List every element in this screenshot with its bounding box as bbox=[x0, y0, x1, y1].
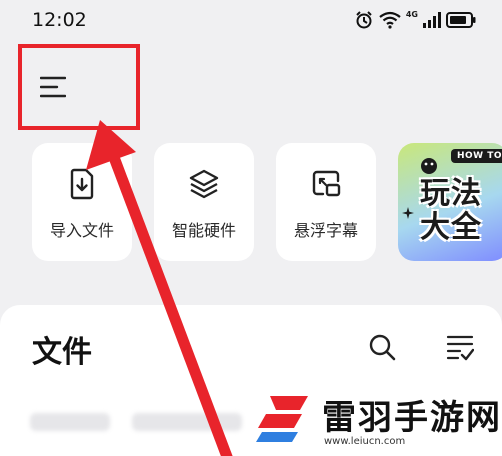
list-item-placeholder bbox=[132, 413, 242, 431]
promo-banner[interactable]: HOW TO 玩法 大全 bbox=[398, 143, 502, 261]
watermark-url: www.leiucn.com bbox=[324, 436, 406, 447]
layers-icon bbox=[189, 169, 219, 199]
smiley-icon bbox=[421, 158, 437, 174]
promo-tag: HOW TO bbox=[450, 149, 502, 163]
floating-subtitle-button[interactable]: 悬浮字幕 bbox=[276, 143, 376, 261]
watermark-name: 雷羽手游网 bbox=[322, 398, 502, 438]
menu-icon[interactable] bbox=[40, 76, 66, 98]
search-icon[interactable] bbox=[368, 333, 396, 361]
status-bar: 12:02 4G bbox=[0, 0, 502, 40]
signal-icon bbox=[423, 12, 441, 28]
import-file-icon bbox=[70, 168, 94, 200]
smart-hardware-label: 智能硬件 bbox=[171, 221, 236, 240]
files-title: 文件 bbox=[32, 335, 92, 370]
menu-button-highlight[interactable] bbox=[18, 44, 140, 130]
watermark: 雷羽手游网 www.leiucn.com bbox=[252, 388, 502, 456]
status-icons: 4G bbox=[354, 10, 476, 30]
wifi-icon bbox=[379, 11, 401, 29]
watermark-logo-icon bbox=[256, 396, 308, 442]
checklist-icon[interactable] bbox=[446, 333, 474, 361]
import-file-button[interactable]: 导入文件 bbox=[32, 143, 132, 261]
promo-line-2: 大全 bbox=[420, 210, 482, 245]
import-file-label: 导入文件 bbox=[49, 221, 114, 240]
floating-subtitle-icon bbox=[312, 170, 341, 197]
smart-hardware-button[interactable]: 智能硬件 bbox=[154, 143, 254, 261]
status-time: 12:02 bbox=[32, 9, 87, 31]
promo-line-1: 玩法 bbox=[420, 176, 482, 211]
network-type: 4G bbox=[405, 10, 418, 19]
battery-icon bbox=[446, 12, 476, 28]
floating-subtitle-label: 悬浮字幕 bbox=[293, 221, 358, 240]
list-item-placeholder bbox=[30, 413, 110, 431]
sparkle-icon bbox=[402, 207, 414, 219]
alarm-icon bbox=[356, 11, 372, 29]
